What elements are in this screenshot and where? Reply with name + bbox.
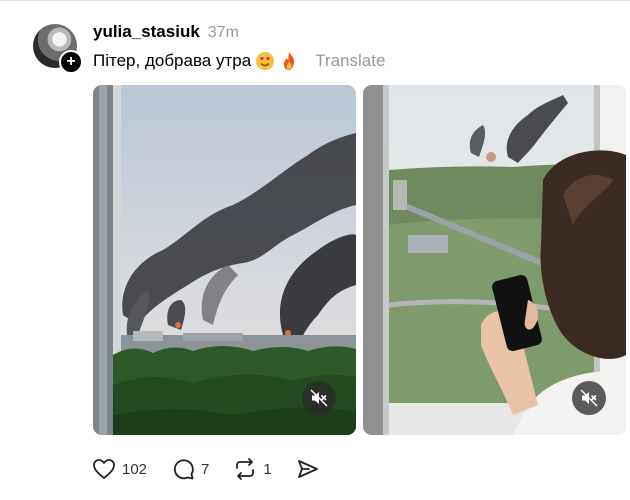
username-link[interactable]: yulia_stasiuk: [93, 22, 200, 42]
repost-icon: [236, 458, 255, 480]
caption-text: Пітер, добрава утра: [93, 51, 252, 70]
like-button[interactable]: 102: [92, 458, 147, 480]
send-icon: [297, 460, 318, 478]
speaker-muted-icon: [310, 389, 328, 407]
heart-eyes-emoji-icon: [256, 52, 275, 70]
post-time[interactable]: 37m: [208, 24, 239, 42]
video-thumbnail-2[interactable]: [363, 85, 626, 435]
repost-count: 1: [263, 460, 272, 478]
video-thumbnail-1[interactable]: [93, 85, 356, 435]
fire-emoji-icon: [284, 52, 295, 70]
share-button[interactable]: [296, 458, 320, 480]
translate-link[interactable]: Translate: [315, 51, 385, 71]
mute-button[interactable]: [572, 381, 606, 415]
comment-icon: [174, 459, 194, 480]
reply-count: 7: [201, 460, 210, 478]
heart-icon: [93, 459, 115, 479]
post-caption: Пітер, добрава утра Translate: [93, 51, 385, 71]
speaker-muted-icon: [580, 389, 598, 407]
like-count: 102: [122, 460, 148, 478]
follow-plus-icon[interactable]: +: [59, 50, 83, 74]
post-header: yulia_stasiuk 37m: [93, 22, 239, 42]
repost-button[interactable]: 1: [233, 458, 272, 480]
mute-button[interactable]: [302, 381, 336, 415]
reply-button[interactable]: 7: [171, 458, 209, 480]
top-divider: [0, 0, 630, 1]
avatar-container[interactable]: +: [33, 24, 83, 74]
post-actions: 102 7 1: [92, 458, 344, 480]
